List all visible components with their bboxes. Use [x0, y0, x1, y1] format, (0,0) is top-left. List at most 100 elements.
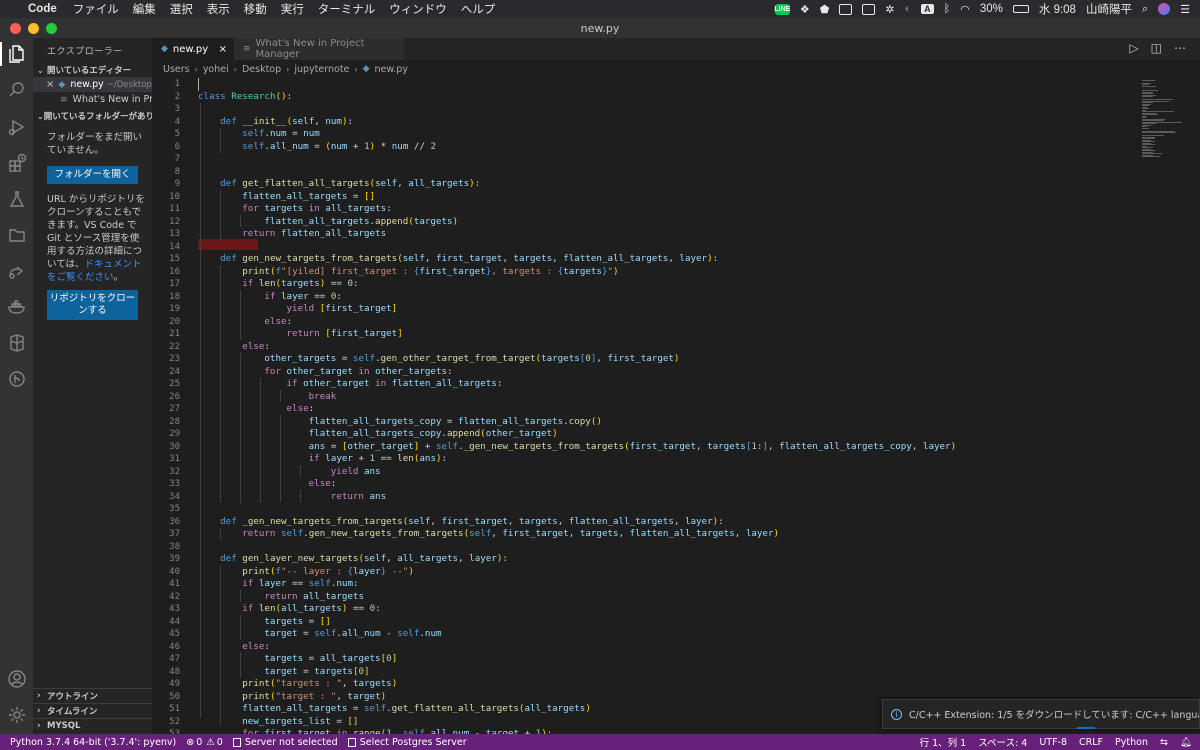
screen-tray-icon[interactable]: [862, 3, 876, 15]
minimize-window-button[interactable]: [28, 23, 39, 34]
notifications-bell-icon[interactable]: 🔔︎: [1180, 737, 1192, 748]
clone-repository-button[interactable]: リポジトリをクローンする: [47, 290, 138, 320]
circle-tray-icon[interactable]: ◐: [904, 3, 911, 15]
docker-icon[interactable]: [6, 296, 27, 317]
status-right: 行 1、列 1 スペース: 4 UTF-8 CRLF Python ⇆ 🔔︎: [920, 734, 1192, 750]
search-icon[interactable]: [6, 79, 27, 100]
run-file-icon[interactable]: ▷: [1129, 41, 1138, 55]
line-number: 48: [169, 666, 180, 677]
menu-terminal[interactable]: ターミナル: [318, 1, 376, 17]
preview-file-icon: ≡: [243, 44, 251, 54]
run-debug-icon[interactable]: [6, 116, 27, 137]
spotlight-icon[interactable]: ⌕: [1142, 3, 1148, 16]
menu-selection[interactable]: 選択: [170, 1, 193, 17]
menu-run[interactable]: 実行: [281, 1, 304, 17]
line-number: 13: [169, 229, 180, 239]
line-number: 40: [169, 566, 180, 577]
open-folder-button[interactable]: フォルダーを開く: [47, 166, 138, 184]
breadcrumb-item[interactable]: Users: [163, 64, 190, 75]
more-actions-icon[interactable]: ⋯: [1174, 41, 1186, 55]
sql-server-status[interactable]: Server not selected: [232, 737, 338, 748]
tab-whats-new[interactable]: ≡ What's New in Project Manager: [234, 38, 404, 60]
menu-help[interactable]: ヘルプ: [461, 1, 496, 17]
cursor-position[interactable]: 行 1、列 1: [920, 735, 967, 749]
menubar-clock[interactable]: 水 9:08: [1039, 1, 1076, 17]
outline-section[interactable]: › アウトライン: [33, 688, 152, 703]
chevron-down-icon: ⌄: [37, 65, 44, 75]
project-manager-icon[interactable]: [6, 224, 27, 245]
breadcrumb-item[interactable]: yohei: [203, 64, 229, 75]
account-icon[interactable]: [6, 668, 27, 689]
line-number: 15: [169, 254, 180, 264]
encoding-status[interactable]: UTF-8: [1039, 737, 1067, 748]
notification-toast[interactable]: i C/C++ Extension: 1/5 をダウンロードしています: C/C…: [882, 699, 1200, 729]
indentation-status[interactable]: スペース: 4: [978, 735, 1027, 749]
menu-file[interactable]: ファイル: [73, 1, 119, 17]
menu-go[interactable]: 移動: [244, 1, 267, 17]
line-app-icon[interactable]: LINE: [774, 3, 790, 15]
input-source-icon[interactable]: A: [921, 4, 934, 14]
live-share-icon[interactable]: ⇆: [1160, 737, 1168, 748]
eol-status[interactable]: CRLF: [1079, 737, 1103, 748]
breadcrumb-item[interactable]: new.py: [375, 64, 408, 75]
close-icon[interactable]: ×: [219, 44, 227, 55]
testing-flask-icon[interactable]: [6, 188, 27, 209]
no-folder-header[interactable]: ⌄ 開いているフォルダーがありません: [33, 108, 152, 124]
line-number: 47: [169, 654, 180, 664]
dropbox-icon[interactable]: ❖: [800, 3, 810, 16]
no-folder-message: フォルダーをまだ開いていません。: [47, 132, 143, 156]
siri-icon[interactable]: [1158, 3, 1171, 15]
shield-tray-icon[interactable]: ⬟: [820, 3, 830, 16]
line-number: 10: [169, 191, 180, 202]
python-interpreter-status[interactable]: Python 3.7.4 64-bit ('3.7.4': pyenv): [10, 737, 176, 748]
tab-new-py[interactable]: ◆ new.py ×: [152, 38, 234, 60]
line-number: 34: [169, 491, 180, 502]
open-editors-header[interactable]: ⌄ 開いているエディター: [33, 62, 152, 78]
language-mode-status[interactable]: Python: [1115, 737, 1148, 748]
explorer-icon[interactable]: [6, 43, 27, 64]
breadcrumb-item[interactable]: Desktop: [242, 64, 281, 75]
open-editor-item-new-py[interactable]: × ◆ new.py ~/Desktop...: [33, 77, 152, 92]
menu-window[interactable]: ウィンドウ: [389, 1, 447, 17]
minimap[interactable]: [1140, 78, 1190, 158]
mysql-section[interactable]: › MYSQL: [33, 718, 152, 733]
line-number: 12: [169, 216, 180, 227]
gear-tray-icon[interactable]: ✲: [885, 3, 894, 16]
extensions-icon[interactable]: [6, 152, 27, 173]
postgres-server-status[interactable]: Select Postgres Server: [347, 737, 467, 748]
wifi-icon[interactable]: ◠: [960, 3, 970, 16]
database-icon[interactable]: [6, 332, 27, 353]
split-editor-icon[interactable]: ◫: [1151, 41, 1162, 55]
zoom-window-button[interactable]: [46, 23, 57, 34]
problems-status[interactable]: ⊗ 0 ⚠ 0: [186, 737, 223, 748]
line-number: 28: [169, 416, 180, 427]
control-center-icon[interactable]: ☰: [1180, 3, 1190, 16]
line-number: 43: [169, 604, 180, 614]
line-number: 37: [169, 529, 180, 539]
git-graph-icon[interactable]: [6, 368, 27, 389]
battery-icon[interactable]: [1012, 5, 1029, 13]
menu-view[interactable]: 表示: [207, 1, 230, 17]
bluetooth-icon[interactable]: ᛒ: [944, 3, 951, 15]
settings-gear-icon[interactable]: [6, 704, 27, 725]
sidebar-title: エクスプローラー: [47, 47, 123, 57]
chevron-right-icon: ›: [286, 64, 290, 74]
menubar-user[interactable]: 山崎陽平: [1086, 1, 1132, 17]
window-tray-icon[interactable]: [839, 3, 853, 15]
python-file-icon: ◆: [58, 79, 66, 90]
line-number: 17: [169, 279, 180, 289]
menu-edit[interactable]: 編集: [133, 1, 156, 17]
line-number: 18: [169, 291, 180, 302]
close-window-button[interactable]: [10, 23, 21, 34]
remote-explorer-icon[interactable]: [6, 260, 27, 281]
open-editor-item-whats-new[interactable]: ≡ What's New in Pr...: [33, 92, 152, 107]
line-number: 16: [169, 266, 180, 277]
app-menu[interactable]: Code: [28, 3, 57, 15]
editor-tabbar: ◆ new.py × ≡ What's New in Project Manag…: [152, 38, 1200, 60]
close-icon[interactable]: ×: [46, 79, 54, 90]
breadcrumb-item[interactable]: jupyternote: [294, 64, 349, 75]
code-editor[interactable]: 1 2 3 4 5 6 7 8 9 10 11 12 13 14 15 16 17 18 19 20 21 22 23 24 2…: [152, 78, 1200, 734]
window-title: new.py: [580, 21, 620, 35]
line-number: 2: [174, 91, 180, 102]
timeline-section[interactable]: › タイムライン: [33, 703, 152, 718]
